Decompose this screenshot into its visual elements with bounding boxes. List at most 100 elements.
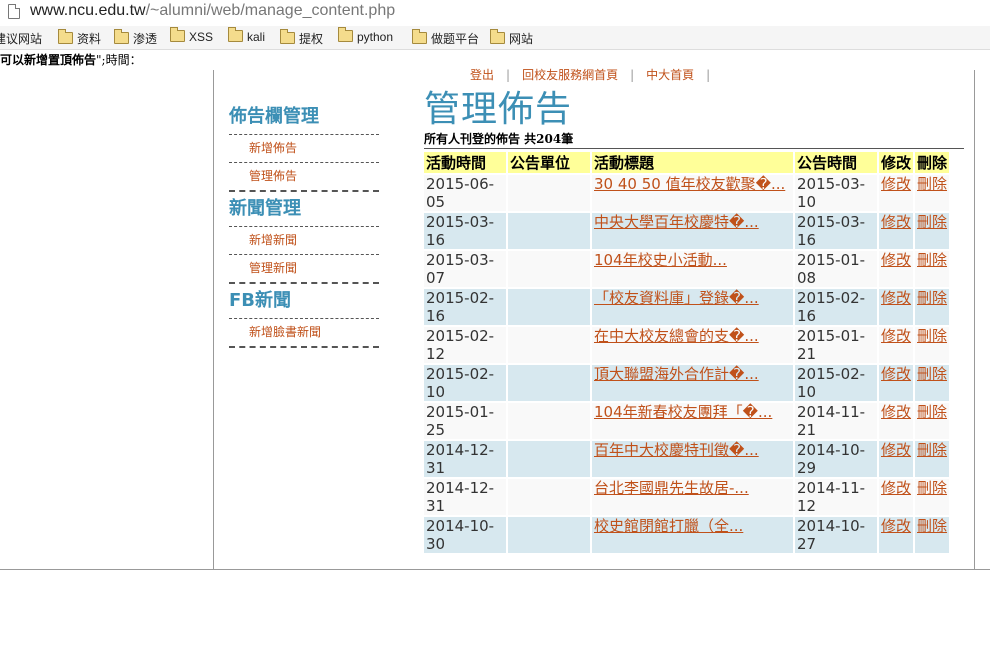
delete-cell: 刪除: [915, 175, 949, 211]
edit-link[interactable]: 修改: [881, 517, 911, 535]
post-date-cell: 2015-03-10: [795, 175, 877, 211]
unit-cell: [508, 175, 590, 211]
event-date-cell: 2015-03-16: [424, 213, 506, 249]
post-date-text: 2015-01-08: [797, 251, 866, 287]
title-link[interactable]: 頂大聯盟海外合作計�...: [594, 365, 759, 383]
post-date-cell: 2015-02-16: [795, 289, 877, 325]
bookmark-item[interactable]: 做题平台: [412, 29, 480, 47]
table-row: 2014-12-31 百年中大校慶特刊徵�... 2014-10-29 修改 刪除: [424, 441, 949, 477]
table-row: 2015-02-16 「校友資料庫」登錄�... 2015-02-16 修改 刪除: [424, 289, 949, 325]
sidebar-item[interactable]: 管理新聞: [229, 255, 379, 284]
edit-link[interactable]: 修改: [881, 403, 911, 421]
column-header-post-date: 公告時間: [795, 152, 877, 173]
delete-link[interactable]: 刪除: [917, 289, 947, 307]
sidebar-item[interactable]: 新增新聞: [229, 227, 379, 255]
title-link[interactable]: 104年新春校友團拜「�...: [594, 403, 772, 421]
bookmark-item[interactable]: 提权: [280, 29, 324, 47]
title-link[interactable]: 30 40 50 值年校友歡聚�...: [594, 175, 785, 193]
bookmark-label: 做题平台: [431, 32, 480, 46]
delete-link[interactable]: 刪除: [917, 403, 947, 421]
sidebar-section-title: 新聞管理: [229, 196, 379, 227]
edit-link[interactable]: 修改: [881, 175, 911, 193]
event-date-cell: 2014-10-30: [424, 517, 506, 553]
bookmark-item[interactable]: 网站: [490, 29, 534, 47]
sidebar-item[interactable]: 新增佈告: [229, 135, 379, 163]
edit-link[interactable]: 修改: [881, 289, 911, 307]
sidebar-item[interactable]: 管理佈告: [229, 163, 379, 192]
title-cell: 在中大校友總會的支�...: [592, 327, 793, 363]
event-date-text: 2015-02-16: [426, 289, 495, 325]
bookmark-label: 资料: [77, 32, 102, 46]
logout-link[interactable]: 登出: [470, 68, 494, 82]
event-date-cell: 2015-02-12: [424, 327, 506, 363]
table-row: 2015-03-16 中央大學百年校慶特�... 2015-03-16 修改 刪除: [424, 213, 949, 249]
title-cell: 頂大聯盟海外合作計�...: [592, 365, 793, 401]
bookmark-item[interactable]: XSS: [170, 27, 213, 44]
folder-icon: [280, 29, 295, 44]
title-link[interactable]: 校史館閉館打臘（全...: [594, 517, 743, 535]
bookmark-label: 网站: [509, 32, 534, 46]
title-cell: 104年校史小活動...: [592, 251, 793, 287]
bookmark-label: kali: [247, 30, 266, 44]
delete-link[interactable]: 刪除: [917, 479, 947, 497]
edit-link[interactable]: 修改: [881, 479, 911, 497]
bookmark-label: 提权: [299, 32, 324, 46]
edit-cell: 修改: [879, 175, 913, 211]
table-row: 2015-06-05 30 40 50 值年校友歡聚�... 2015-03-10 修…: [424, 175, 949, 211]
edit-link[interactable]: 修改: [881, 327, 911, 345]
sidebar-item[interactable]: 新增臉書新聞: [229, 319, 379, 348]
folder-icon: [170, 27, 185, 42]
page-title: 管理佈告: [424, 89, 573, 130]
delete-link[interactable]: 刪除: [917, 213, 947, 231]
column-header-delete: 刪除: [915, 152, 949, 173]
post-date-text: 2015-02-10: [797, 365, 866, 401]
delete-cell: 刪除: [915, 289, 949, 325]
delete-link[interactable]: 刪除: [917, 365, 947, 383]
edit-link[interactable]: 修改: [881, 213, 911, 231]
event-date-text: 2015-01-25: [426, 403, 495, 439]
folder-icon: [114, 29, 129, 44]
delete-link[interactable]: 刪除: [917, 175, 947, 193]
delete-link[interactable]: 刪除: [917, 251, 947, 269]
title-link[interactable]: 在中大校友總會的支�...: [594, 327, 759, 345]
delete-cell: 刪除: [915, 479, 949, 515]
post-date-cell: 2015-02-10: [795, 365, 877, 401]
delete-link[interactable]: 刪除: [917, 517, 947, 535]
edit-link[interactable]: 修改: [881, 251, 911, 269]
bookmark-item[interactable]: 建议网站: [0, 30, 42, 47]
address-bar[interactable]: www.ncu.edu.tw/~alumni/web/manage_conten…: [0, 0, 990, 26]
delete-link[interactable]: 刪除: [917, 441, 947, 459]
announcement-count: 所有人刊登的佈告 共204筆: [424, 132, 964, 149]
title-link[interactable]: 中央大學百年校慶特�...: [594, 213, 759, 231]
delete-cell: 刪除: [915, 251, 949, 287]
title-cell: 校史館閉館打臘（全...: [592, 517, 793, 553]
title-link[interactable]: 台北李國鼎先生故居-...: [594, 479, 749, 497]
table-row: 2015-02-10 頂大聯盟海外合作計�... 2015-02-10 修改 刪除: [424, 365, 949, 401]
column-header-event-date: 活動時間: [424, 152, 506, 173]
folder-icon: [228, 27, 243, 42]
edit-cell: 修改: [879, 213, 913, 249]
folder-icon: [338, 27, 353, 42]
bookmark-item[interactable]: kali: [228, 27, 266, 44]
title-link[interactable]: 百年中大校慶特刊徵�...: [594, 441, 759, 459]
title-link[interactable]: 「校友資料庫」登錄�...: [594, 289, 759, 307]
event-date-text: 2014-12-31: [426, 441, 495, 477]
event-date-text: 2015-06-05: [426, 175, 495, 211]
bookmark-item[interactable]: 渗透: [114, 29, 157, 47]
bookmark-item[interactable]: 资料: [58, 29, 102, 47]
edit-link[interactable]: 修改: [881, 365, 911, 383]
edit-link[interactable]: 修改: [881, 441, 911, 459]
unit-cell: [508, 251, 590, 287]
post-date-text: 2015-01-21: [797, 327, 866, 363]
announcement-table: 活動時間 公告單位 活動標題 公告時間 修改 刪除 2015-06-05 30 4…: [422, 150, 951, 555]
nav-separator: |: [630, 68, 635, 82]
table-header-row: 活動時間 公告單位 活動標題 公告時間 修改 刪除: [424, 152, 949, 173]
table-row: 2014-10-30 校史館閉館打臘（全... 2014-10-27 修改 刪除: [424, 517, 949, 553]
bookmark-item[interactable]: python: [338, 27, 393, 44]
alumni-home-link[interactable]: 回校友服務網首頁: [522, 68, 618, 82]
delete-link[interactable]: 刪除: [917, 327, 947, 345]
unit-cell: [508, 517, 590, 553]
ncu-home-link[interactable]: 中大首頁: [646, 68, 694, 82]
title-link[interactable]: 104年校史小活動...: [594, 251, 727, 269]
url-text[interactable]: www.ncu.edu.tw/~alumni/web/manage_conten…: [30, 2, 395, 20]
